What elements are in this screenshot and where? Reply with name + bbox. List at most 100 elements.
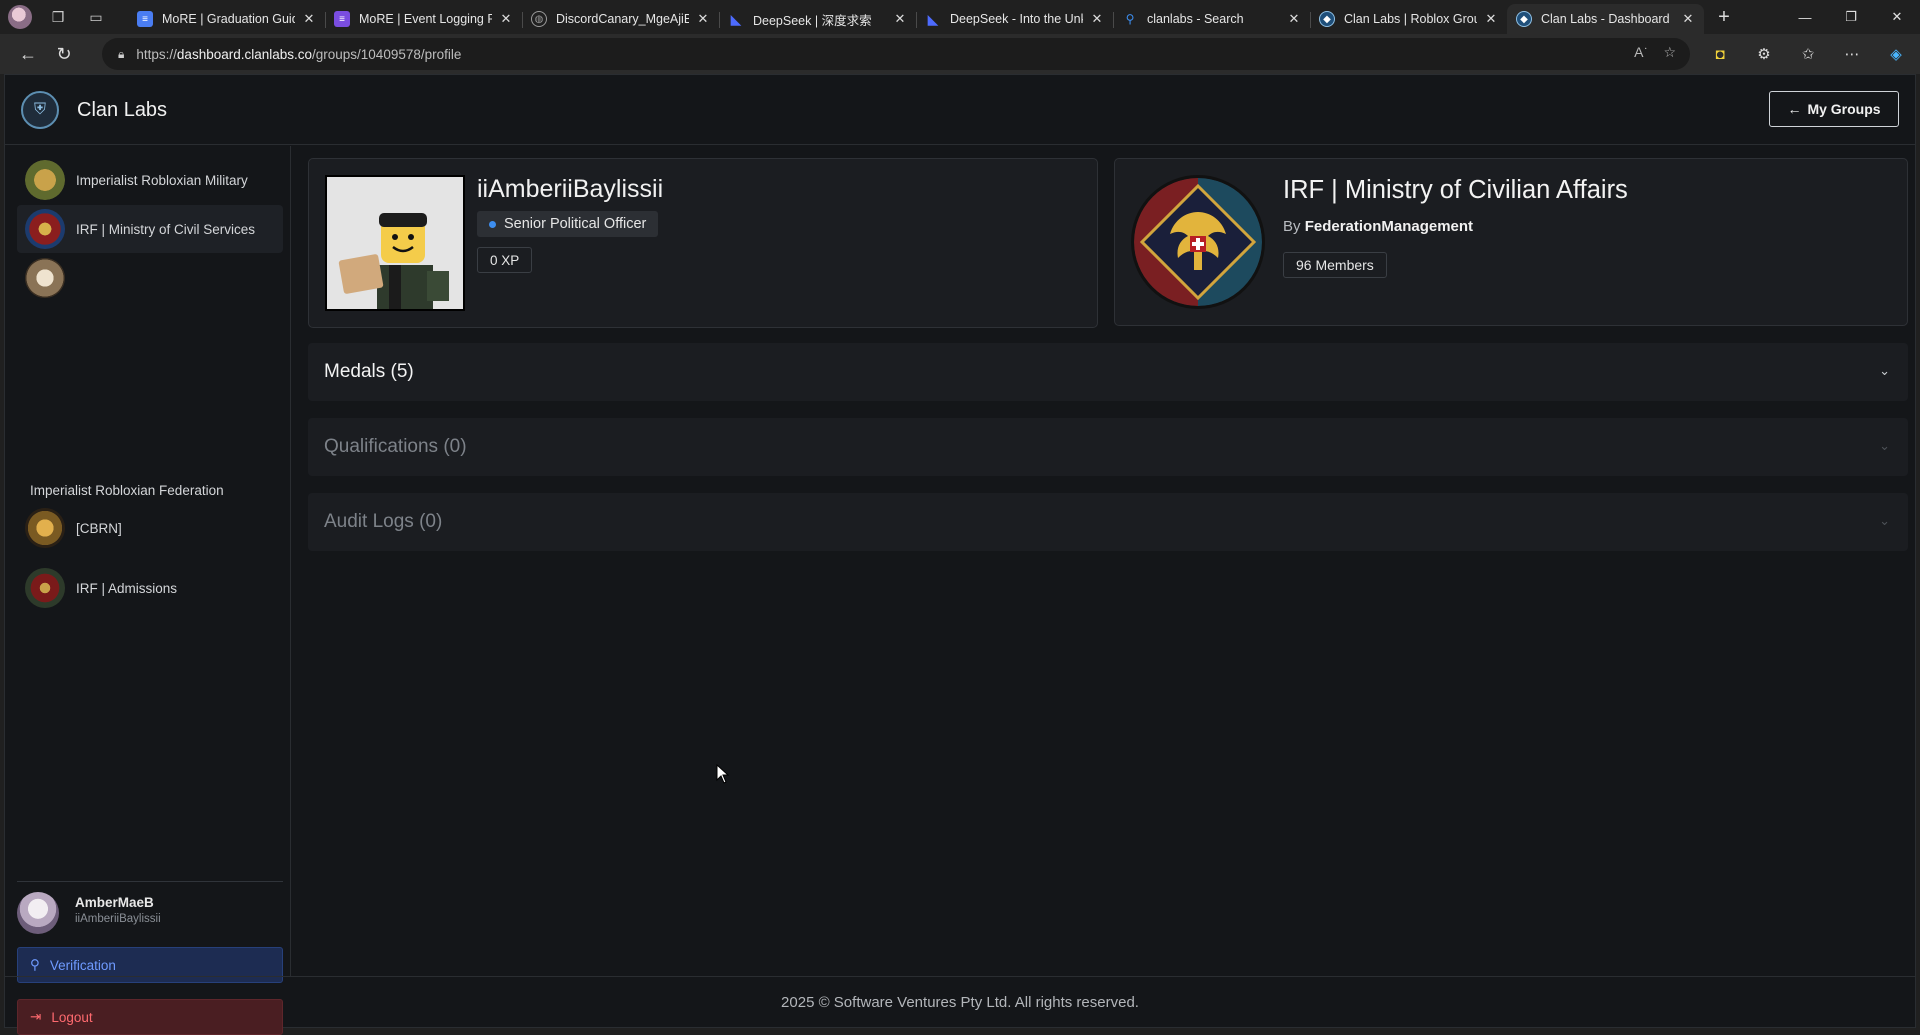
search-icon: ⚲ <box>1125 12 1135 26</box>
avatar-figure-icon <box>327 177 463 309</box>
copilot-icon[interactable]: ◈ <box>1880 38 1912 70</box>
medals-section[interactable]: Medals (5) ⌄ <box>308 343 1908 401</box>
browser-tab-bar: ❒ ▭ ≡ MoRE | Graduation Guide ✕ ≡ MoRE |… <box>0 0 1920 34</box>
close-icon[interactable]: ✕ <box>1680 11 1696 27</box>
sidebar-group-item[interactable]: IRF | Admissions <box>17 566 283 610</box>
page-header: ⛨ Clan Labs ← My Groups <box>5 75 1915 145</box>
deepseek-icon: ◣ <box>730 10 742 27</box>
url-input[interactable]: 🔒︎ https://dashboard.clanlabs.co/groups/… <box>102 38 1690 70</box>
qualifications-section-title: Qualifications (0) <box>324 436 467 457</box>
read-aloud-icon[interactable]: A͘ <box>1634 44 1643 61</box>
close-icon[interactable]: ✕ <box>892 11 908 27</box>
tab-title: MoRE | Event Logging Form <box>359 12 492 26</box>
minimize-icon[interactable]: — <box>1782 0 1828 34</box>
chevron-down-icon: ⌄ <box>1879 438 1890 453</box>
sidebar-group-label: IRF | Ministry of Civil Services <box>76 221 256 237</box>
sidebar-group-label[interactable]: Imperialist Robloxian Federation <box>30 483 224 498</box>
tab-title: clanlabs - Search <box>1147 12 1244 26</box>
group-emblem-icon <box>25 258 65 298</box>
rank-dot-icon <box>489 220 496 228</box>
medals-section-title: Medals (5) <box>324 361 414 382</box>
tab-title: Clan Labs - Dashboard <box>1541 12 1670 26</box>
rank-badge: Senior Political Officer <box>477 211 659 237</box>
tab-bar-left-controls: ❒ ▭ <box>0 0 128 34</box>
group-emblem-icon <box>1131 175 1265 309</box>
tab-title: DiscordCanary_MgeAjiByl <box>556 12 689 26</box>
clanlabs-icon: ◆ <box>1319 11 1335 27</box>
chevron-down-icon: ⌄ <box>1879 363 1890 378</box>
group-owner-name[interactable]: FederationManagement <box>1305 218 1473 235</box>
more-menu-icon[interactable]: ⋯ <box>1836 38 1868 70</box>
favorite-star-icon[interactable]: ☆ <box>1663 44 1676 61</box>
forms-icon: ≡ <box>334 11 350 27</box>
omnibox-actions: A͘ ☆ <box>1634 44 1676 61</box>
sidebar-group-item[interactable]: [CBRN] <box>17 506 283 550</box>
browser-tab-active[interactable]: ◆ Clan Labs - Dashboard ✕ <box>1507 4 1704 34</box>
reload-icon[interactable]: ↻ <box>46 38 82 70</box>
browser-address-bar: ← ↻ 🔒︎ https://dashboard.clanlabs.co/gro… <box>0 34 1920 74</box>
docs-icon: ≡ <box>137 11 153 27</box>
clanlabs-logo-icon[interactable]: ⛨ <box>21 91 59 129</box>
arrow-left-icon: ← <box>1787 101 1802 117</box>
my-groups-label: My Groups <box>1807 101 1881 117</box>
tab-strip: ≡ MoRE | Graduation Guide ✕ ≡ MoRE | Eve… <box>128 0 1742 34</box>
back-icon[interactable]: ← <box>10 38 46 70</box>
group-emblem-icon <box>25 508 65 548</box>
close-icon[interactable]: ✕ <box>695 11 711 27</box>
workspaces-icon[interactable]: ❒ <box>46 5 70 29</box>
members-badge: 96 Members <box>1283 252 1387 278</box>
brand-name: Clan Labs <box>77 99 168 121</box>
browser-tab[interactable]: ◣ DeepSeek | 深度求索 ✕ <box>719 4 916 34</box>
audit-logs-section-title: Audit Logs (0) <box>324 511 443 532</box>
url-text: https://dashboard.clanlabs.co/groups/104… <box>136 46 462 62</box>
browser-tab[interactable]: ◆ Clan Labs | Roblox Group ✕ <box>1310 4 1507 34</box>
extensions-puzzle-icon[interactable]: ⚙ <box>1748 38 1780 70</box>
globe-icon: ◍ <box>531 11 547 27</box>
qualifications-section[interactable]: Qualifications (0) ⌄ <box>308 418 1908 476</box>
browser-tab[interactable]: ≡ MoRE | Graduation Guide ✕ <box>128 4 325 34</box>
user-username: iiAmberiiBaylissii <box>75 913 161 925</box>
tab-title: Clan Labs | Roblox Group <box>1344 12 1477 26</box>
new-tab-icon[interactable]: + <box>1706 6 1742 29</box>
profile-avatar-icon[interactable] <box>8 5 32 29</box>
xp-badge: 0 XP <box>477 247 533 273</box>
main-content: iiAmberiiBaylissii Senior Political Offi… <box>292 146 1915 976</box>
group-info-card: IRF | Ministry of Civilian Affairs By Fe… <box>1114 158 1908 326</box>
group-emblem-icon <box>25 209 65 249</box>
group-title: IRF | Ministry of Civilian Affairs <box>1283 176 1628 204</box>
audit-logs-section[interactable]: Audit Logs (0) ⌄ <box>308 493 1908 551</box>
sidebar-group-item[interactable]: Imperialist Robloxian Military <box>17 158 283 202</box>
close-icon[interactable]: ✕ <box>1483 11 1499 27</box>
restore-icon[interactable]: ❐ <box>1828 0 1874 34</box>
close-icon[interactable]: ✕ <box>1286 11 1302 27</box>
tab-title: MoRE | Graduation Guide <box>162 12 295 26</box>
tab-title: DeepSeek - Into the Unknown <box>950 12 1083 26</box>
sidebar-group-item[interactable] <box>17 256 283 300</box>
user-icon: ⚲ <box>30 957 40 972</box>
group-emblem-icon <box>25 568 65 608</box>
browser-tab[interactable]: ⚲ clanlabs - Search ✕ <box>1113 4 1310 34</box>
browser-tab[interactable]: ◣ DeepSeek - Into the Unknown ✕ <box>916 4 1113 34</box>
my-groups-button[interactable]: ← My Groups <box>1769 91 1899 127</box>
close-window-icon[interactable]: ✕ <box>1874 0 1920 34</box>
close-icon[interactable]: ✕ <box>498 11 514 27</box>
tab-actions-icon[interactable]: ▭ <box>84 5 108 29</box>
group-emblem-icon <box>25 160 65 200</box>
extension-icon[interactable]: ◘ <box>1704 38 1736 70</box>
toolbar-extensions: ◘ ⚙ ✩ ⋯ ◈ <box>1704 38 1912 70</box>
sidebar: Imperialist Robloxian Military IRF | Min… <box>5 146 291 1035</box>
roblox-avatar <box>325 175 465 311</box>
lock-icon: 🔒︎ <box>118 46 125 61</box>
close-icon[interactable]: ✕ <box>301 11 317 27</box>
profile-username: iiAmberiiBaylissii <box>477 175 664 203</box>
dashboard-page: ⛨ Clan Labs ← My Groups Imperialist Robl… <box>4 74 1916 1035</box>
close-icon[interactable]: ✕ <box>1089 11 1105 27</box>
deepseek-icon: ◣ <box>927 10 939 27</box>
browser-tab[interactable]: ◍ DiscordCanary_MgeAjiByl ✕ <box>522 4 719 34</box>
favorites-icon[interactable]: ✩ <box>1792 38 1824 70</box>
sidebar-group-label: IRF | Admissions <box>76 580 178 596</box>
user-avatar[interactable] <box>17 892 59 934</box>
sidebar-group-item-active[interactable]: IRF | Ministry of Civil Services <box>17 205 283 253</box>
sidebar-group-label: Imperialist Robloxian Military <box>76 172 248 188</box>
browser-tab[interactable]: ≡ MoRE | Event Logging Form ✕ <box>325 4 522 34</box>
